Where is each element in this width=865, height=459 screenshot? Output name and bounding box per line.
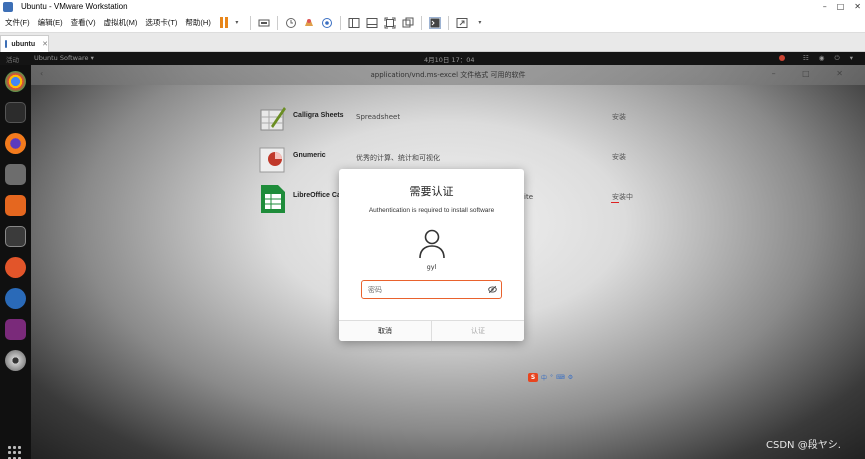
ime-lang-toggle[interactable]: 中 (541, 373, 547, 382)
username-label: gyl (426, 263, 437, 271)
tab-ubuntu[interactable]: ubuntu ✕ (0, 35, 49, 52)
revert-snapshot-icon[interactable] (303, 17, 315, 29)
send-ctrl-alt-del-icon[interactable] (258, 17, 270, 29)
dialog-subtitle: Authentication is required to install so… (368, 207, 495, 214)
console-view-icon[interactable] (428, 16, 441, 29)
host-menubar: 文件(F) 编辑(E) 查看(V) 虚拟机(M) 选项卡(T) 帮助(H) ▾ … (0, 13, 865, 33)
menu-file[interactable]: 文件(F) (5, 17, 30, 28)
vmware-logo-icon (3, 1, 13, 12)
toolbar-divider (276, 15, 278, 30)
system-tray[interactable]: ☷ ◉ ⏻ ▾ (803, 54, 857, 63)
menu-view[interactable]: 查看(V) (71, 17, 96, 28)
app-name: Calligra Sheets (293, 112, 344, 119)
window-controls[interactable]: – □ ✕ (772, 69, 855, 78)
close-button[interactable]: ✕ (854, 2, 861, 11)
dialog-title: 需要认证 (409, 185, 454, 198)
snapshot-icon[interactable] (285, 17, 297, 29)
clock[interactable]: 4月10日 17：04 (424, 54, 475, 64)
app-name: Gnumeric (293, 152, 326, 159)
ime-keyboard-icon[interactable]: ⌨ (556, 374, 565, 381)
thumbnail-bar-icon[interactable] (366, 17, 378, 29)
ime-settings-icon[interactable]: ⚙ (568, 374, 573, 381)
dialog-buttons: 取消 认证 (339, 320, 524, 341)
vim-icon[interactable] (5, 226, 26, 247)
snapshot-manager-icon[interactable] (321, 17, 333, 29)
app-description: 优秀的计算、统计和可视化 (356, 154, 440, 162)
libreoffice-calc-icon (261, 185, 285, 213)
dropdown-arrow-icon[interactable]: ▾ (231, 17, 243, 29)
installing-status: 安装中 (612, 193, 633, 201)
ime-punct-toggle[interactable]: ° (550, 374, 553, 381)
dropdown-arrow-icon[interactable]: ▾ (474, 17, 486, 29)
app-description: ite (524, 193, 533, 201)
app-description: Spreadsheet (356, 113, 401, 121)
disc-icon[interactable] (5, 350, 26, 371)
window-title: Ubuntu - VMware Workstation (21, 2, 128, 11)
app-name: LibreOffice Ca (293, 192, 341, 199)
activities-button[interactable]: 活动 (6, 54, 19, 64)
ubuntu-dock (0, 65, 31, 459)
files-icon[interactable] (5, 164, 26, 185)
software-center-icon[interactable] (5, 195, 26, 216)
menu-vm[interactable]: 虚拟机(M) (104, 17, 138, 28)
cancel-button[interactable]: 取消 (339, 321, 432, 341)
password-input[interactable] (361, 280, 502, 299)
help-icon[interactable] (5, 288, 26, 309)
install-button[interactable]: 安装 (612, 152, 626, 162)
window-title: application/vnd.ms-excel 文件格式 可用的软件 (370, 71, 526, 79)
firefox-icon[interactable] (5, 133, 26, 154)
ime-toolbar[interactable]: S 中 ° ⌨ ⚙ (528, 373, 573, 382)
maximize-button[interactable]: □ (837, 2, 845, 11)
menu-tabs[interactable]: 选项卡(T) (145, 17, 177, 28)
host-tabbar: ubuntu ✕ (0, 33, 865, 52)
tab-close-icon[interactable]: ✕ (42, 40, 48, 48)
user-avatar-icon (419, 229, 445, 259)
toolbar-divider (339, 15, 341, 30)
gnumeric-icon (259, 147, 285, 173)
app-row-calligra[interactable]: Calligra Sheets Spreadsheet 安装 (259, 104, 639, 140)
stretch-guest-icon[interactable] (456, 17, 468, 29)
reveal-password-icon[interactable] (488, 285, 497, 294)
watermark: CSDN @段ヤシ. (766, 440, 841, 451)
window-controls: – □ ✕ (823, 0, 861, 13)
recording-indicator-icon (779, 55, 785, 61)
editor-icon[interactable] (5, 257, 26, 278)
chrome-icon[interactable] (5, 71, 26, 92)
menu-edit[interactable]: 编辑(E) (38, 17, 63, 28)
unity-mode-icon[interactable] (402, 17, 414, 29)
fullscreen-icon[interactable] (384, 17, 396, 29)
ftp-icon[interactable] (5, 319, 26, 340)
minimize-button[interactable]: – (823, 2, 827, 11)
vm-icon (5, 40, 8, 48)
host-titlebar: Ubuntu - VMware Workstation – □ ✕ (0, 0, 865, 13)
toolbar-divider (249, 15, 251, 30)
menu-help[interactable]: 帮助(H) (185, 17, 210, 28)
app-menu[interactable]: Ubuntu Software ▾ (34, 54, 94, 62)
auth-dialog: 需要认证 Authentication is required to insta… (339, 169, 524, 341)
terminal-icon[interactable] (5, 102, 26, 123)
pause-icon[interactable] (219, 17, 228, 28)
install-button[interactable]: 安装 (612, 112, 626, 122)
toolbar-divider (447, 15, 449, 30)
gnome-topbar: 活动 Ubuntu Software ▾ 4月10日 17：04 ☷ ◉ ⏻ ▾ (0, 52, 865, 65)
toolbar-divider (420, 15, 422, 30)
calligra-sheets-icon (260, 107, 286, 131)
authenticate-button[interactable]: 认证 (432, 321, 524, 341)
install-progress-indicator (611, 202, 619, 203)
sogou-ime-icon[interactable]: S (528, 373, 538, 382)
sidebar-toggle-icon[interactable] (348, 17, 360, 29)
tab-label: ubuntu (11, 40, 36, 48)
show-apps-icon[interactable] (8, 446, 22, 459)
